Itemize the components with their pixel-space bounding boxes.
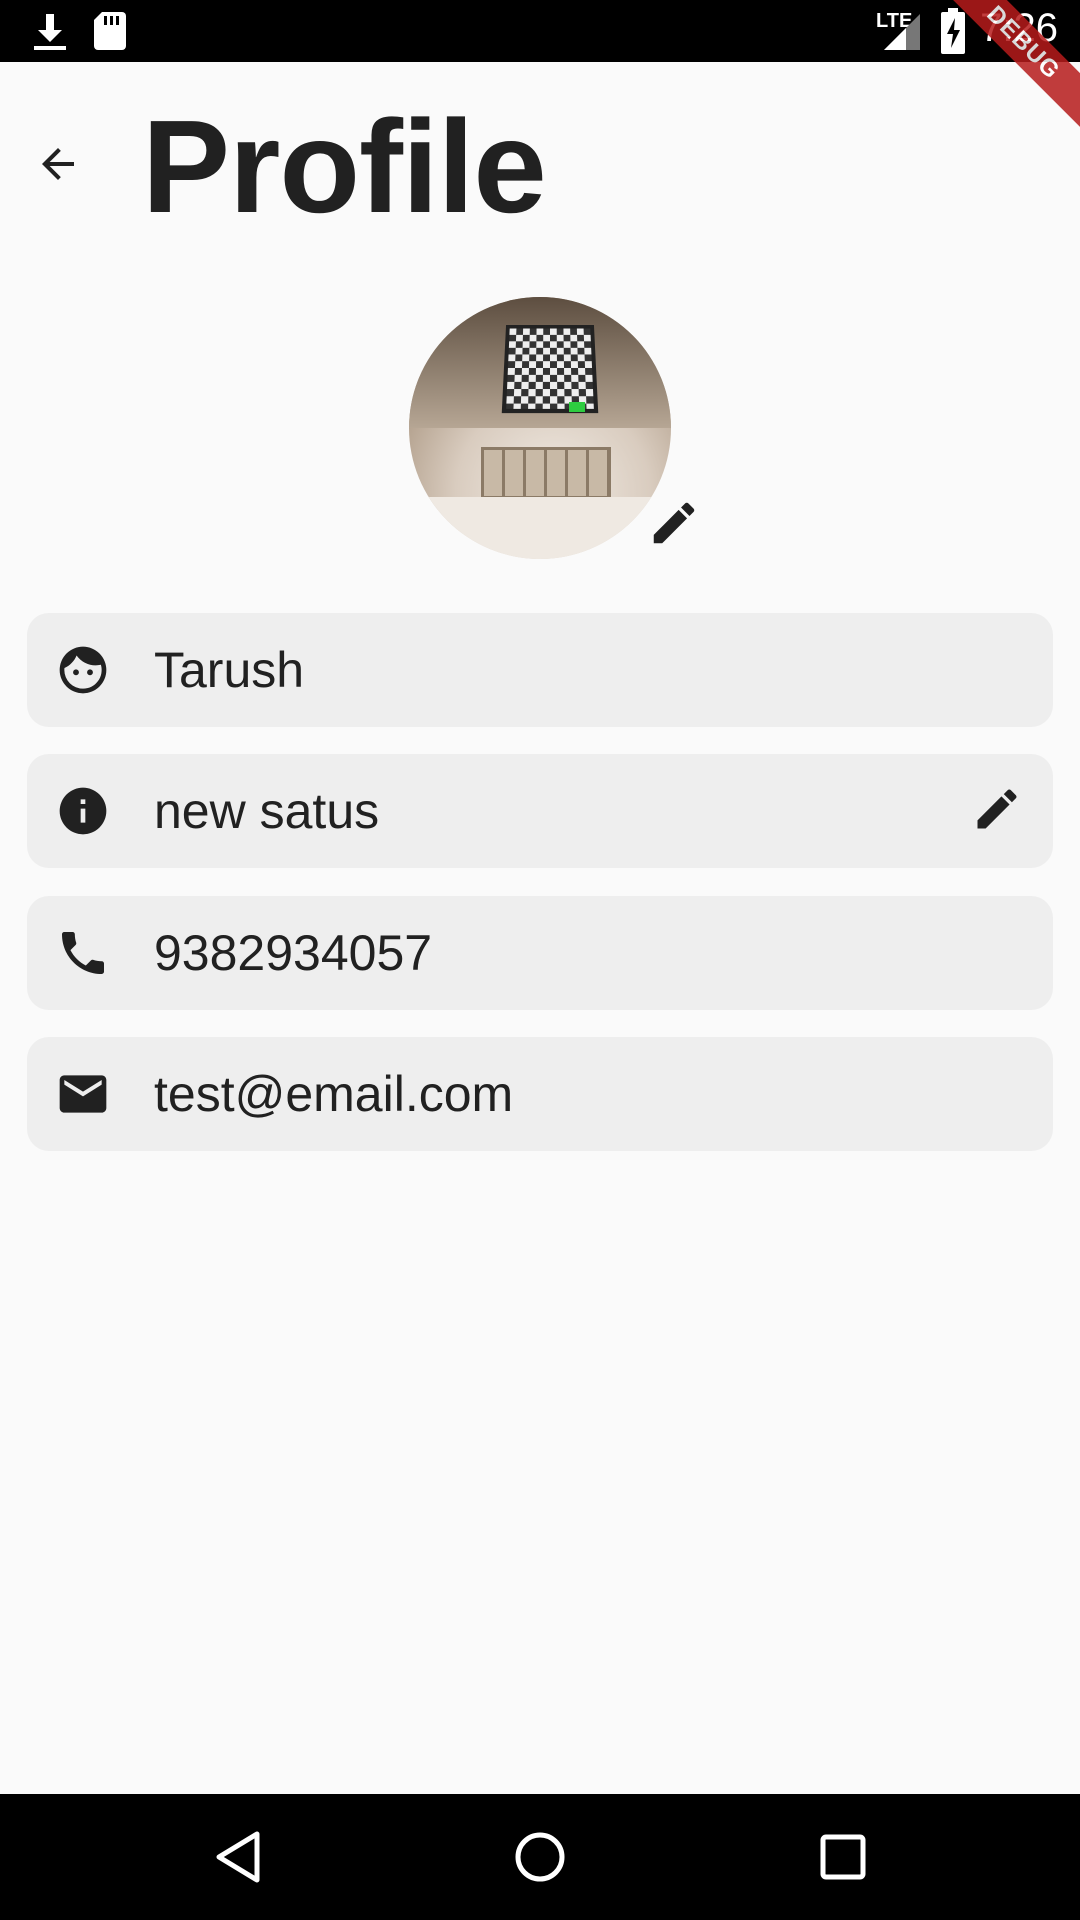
- page-title: Profile: [142, 93, 547, 240]
- battery-charging-icon: [940, 8, 966, 59]
- email-field[interactable]: test@email.com: [27, 1037, 1053, 1151]
- status-bar: LTE 7:26 DEBUG: [0, 0, 1080, 138]
- recents-square-icon[interactable]: [813, 1827, 873, 1887]
- edit-status-button[interactable]: [969, 783, 1025, 839]
- pencil-icon: [647, 496, 701, 555]
- signal-icon: [882, 12, 922, 57]
- navigation-bar: [0, 1794, 1080, 1920]
- status-field[interactable]: new satus: [27, 754, 1053, 868]
- pencil-icon: [971, 783, 1023, 840]
- avatar[interactable]: [409, 297, 671, 559]
- arrow-back-icon: [34, 140, 82, 193]
- email-icon: [55, 1066, 111, 1122]
- phone-icon: [55, 925, 111, 981]
- back-triangle-icon[interactable]: [208, 1827, 268, 1887]
- back-button[interactable]: [28, 136, 88, 196]
- phone-field[interactable]: 9382934057: [27, 896, 1053, 1010]
- download-icon: [30, 10, 70, 59]
- avatar-container: [409, 297, 695, 559]
- name-field[interactable]: Tarush: [27, 613, 1053, 727]
- edit-avatar-button[interactable]: [646, 497, 702, 553]
- sd-card-icon: [92, 10, 128, 57]
- info-icon: [55, 783, 111, 839]
- face-icon: [55, 642, 111, 698]
- home-circle-icon[interactable]: [510, 1827, 570, 1887]
- phone-value: 9382934057: [154, 925, 433, 981]
- email-value: test@email.com: [154, 1066, 514, 1122]
- status-value: new satus: [154, 783, 380, 839]
- name-value: Tarush: [154, 642, 305, 698]
